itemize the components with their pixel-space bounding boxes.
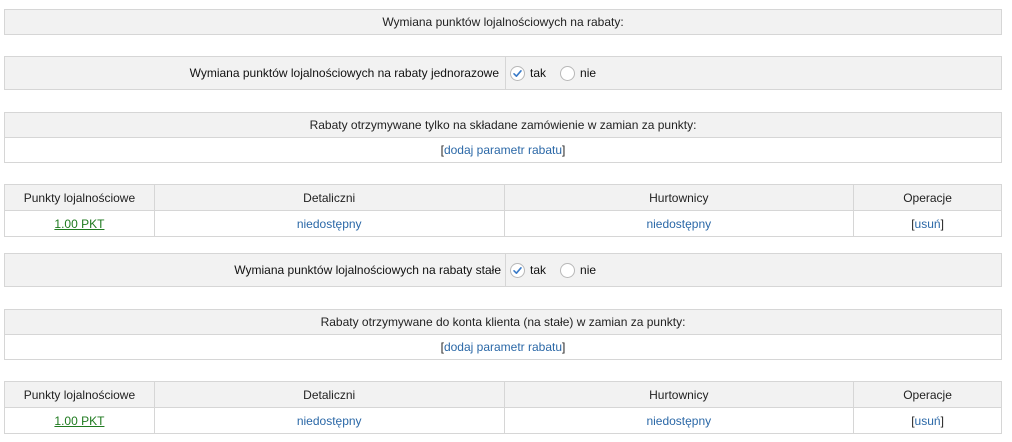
delete-link[interactable]: usuń	[915, 217, 941, 231]
one-time-list-header-text: Rabaty otrzymywane tylko na składane zam…	[309, 118, 697, 132]
wholesale-cell: niedostępny	[503, 407, 855, 434]
delete-link[interactable]: usuń	[915, 414, 941, 428]
permanent-option-row: Wymiana punktów lojalnościowych na rabat…	[4, 253, 1002, 287]
points-link[interactable]: 1.00 PKT	[54, 217, 104, 231]
col-header-operations: Operacje	[853, 184, 1002, 211]
one-time-no-radio[interactable]	[560, 65, 576, 81]
add-discount-parameter-link[interactable]: dodaj parametr rabatu	[444, 143, 562, 157]
one-time-yes-label: tak	[530, 66, 547, 80]
wholesale-value-link[interactable]: niedostępny	[646, 414, 711, 428]
col-header-wholesale: Hurtownicy	[503, 381, 855, 408]
wholesale-value-link[interactable]: niedostępny	[646, 217, 711, 231]
permanent-no-label: nie	[580, 263, 597, 277]
table-header-row: Punkty lojalnościowe Detaliczni Hurtowni…	[4, 381, 1002, 408]
section-title: Wymiana punktów lojalnościowych na rabat…	[4, 9, 1002, 35]
retail-cell: niedostępny	[153, 407, 505, 434]
section-title-text: Wymiana punktów lojalnościowych na rabat…	[382, 15, 624, 29]
one-time-add-row: [dodaj parametr rabatu]	[5, 137, 1001, 162]
bracket-close: ]	[562, 340, 566, 354]
checkmark-icon	[513, 266, 522, 274]
bracket-close: ]	[562, 143, 566, 157]
permanent-option-label: Wymiana punktów lojalnościowych na rabat…	[234, 263, 501, 277]
col-header-points: Punkty lojalnościowe	[4, 184, 155, 211]
one-time-discount-panel: Rabaty otrzymywane tylko na składane zam…	[4, 112, 1002, 163]
option-divider	[505, 254, 506, 286]
one-time-no-label: nie	[580, 66, 597, 80]
col-header-points: Punkty lojalnościowe	[4, 381, 155, 408]
col-header-retail: Detaliczni	[153, 381, 505, 408]
permanent-add-row: [dodaj parametr rabatu]	[5, 334, 1001, 359]
retail-value-link[interactable]: niedostępny	[297, 414, 362, 428]
bracket-close: ]	[940, 216, 944, 231]
permanent-list-header-text: Rabaty otrzymywane do konta klienta (na …	[320, 315, 686, 329]
wholesale-cell: niedostępny	[503, 210, 855, 237]
one-time-discount-table: Punkty lojalnościowe Detaliczni Hurtowni…	[4, 184, 1002, 237]
one-time-list-header: Rabaty otrzymywane tylko na składane zam…	[5, 113, 1001, 137]
points-cell: 1.00 PKT	[4, 210, 155, 237]
one-time-option-label: Wymiana punktów lojalnościowych na rabat…	[189, 66, 499, 80]
option-divider	[505, 57, 506, 89]
permanent-radio-group: tak nie	[510, 254, 602, 286]
bracket-close: ]	[940, 413, 944, 428]
points-link[interactable]: 1.00 PKT	[54, 414, 104, 428]
add-discount-parameter-link[interactable]: dodaj parametr rabatu	[444, 340, 562, 354]
table-header-row: Punkty lojalnościowe Detaliczni Hurtowni…	[4, 184, 1002, 211]
col-header-operations: Operacje	[853, 381, 1002, 408]
one-time-option-row: Wymiana punktów lojalnościowych na rabat…	[4, 56, 1002, 90]
permanent-list-header: Rabaty otrzymywane do konta klienta (na …	[5, 310, 1001, 334]
col-header-wholesale: Hurtownicy	[503, 184, 855, 211]
retail-value-link[interactable]: niedostępny	[297, 217, 362, 231]
col-header-retail: Detaliczni	[153, 184, 505, 211]
operations-cell: [usuń]	[853, 407, 1002, 434]
permanent-discount-table: Punkty lojalnościowe Detaliczni Hurtowni…	[4, 381, 1002, 434]
one-time-yes-radio[interactable]	[510, 65, 525, 81]
table-row: 1.00 PKT niedostępny niedostępny [usuń]	[4, 407, 1002, 434]
table-row: 1.00 PKT niedostępny niedostępny [usuń]	[4, 210, 1002, 237]
permanent-yes-label: tak	[530, 263, 547, 277]
points-cell: 1.00 PKT	[4, 407, 155, 434]
permanent-no-radio[interactable]	[560, 262, 576, 278]
permanent-yes-radio[interactable]	[510, 262, 525, 278]
one-time-radio-group: tak nie	[510, 57, 602, 89]
operations-cell: [usuń]	[853, 210, 1002, 237]
permanent-discount-panel: Rabaty otrzymywane do konta klienta (na …	[4, 309, 1002, 360]
retail-cell: niedostępny	[153, 210, 505, 237]
checkmark-icon	[513, 69, 522, 77]
